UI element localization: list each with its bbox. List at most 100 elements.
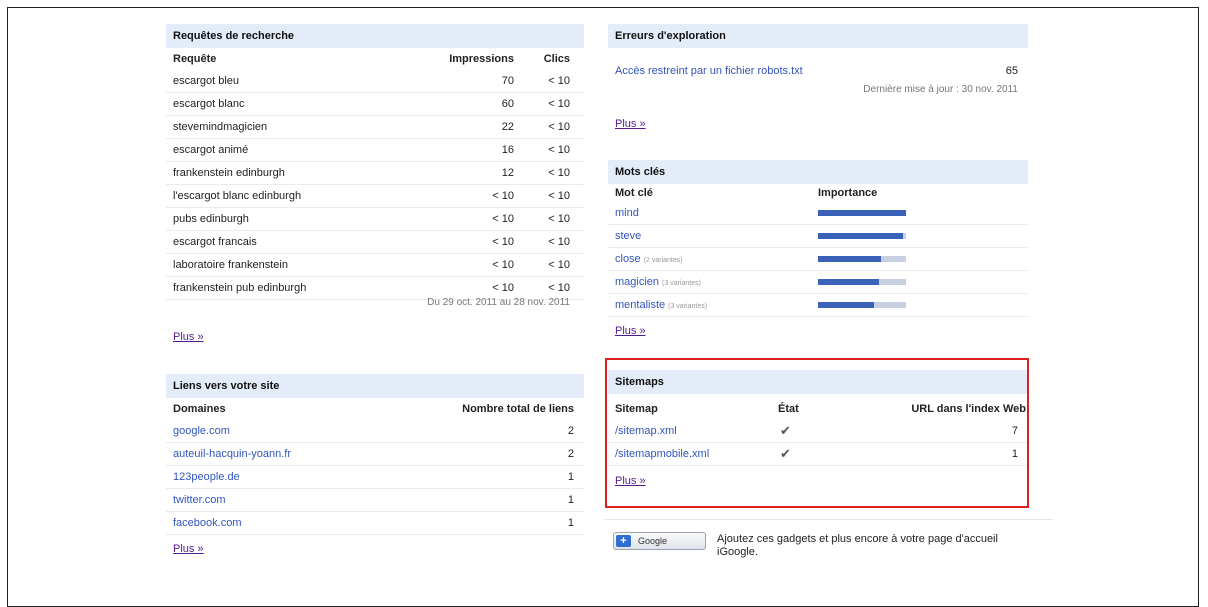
impressions-value: < 10 xyxy=(492,236,514,248)
impressions-value: 70 xyxy=(501,75,514,87)
crawl-more-link[interactable]: Plus » xyxy=(615,118,646,130)
query-text: l'escargot blanc edinburgh xyxy=(173,190,302,202)
keyword-item: close (2 variantes) xyxy=(615,248,683,272)
clicks-value: < 10 xyxy=(548,98,570,110)
keyword-link[interactable]: close xyxy=(615,253,641,265)
domain-link[interactable]: auteuil-hacquin-yoann.fr xyxy=(173,443,291,465)
impressions-value: 60 xyxy=(501,98,514,110)
query-text: escargot bleu xyxy=(173,75,240,87)
importance-bar xyxy=(818,233,906,239)
keyword-variants: (3 variantes) xyxy=(668,303,708,310)
domain-link[interactable]: twitter.com xyxy=(173,489,226,511)
search-queries-panel: Requêtes de recherche Requête Impression… xyxy=(166,24,584,343)
table-row: auteuil-hacquin-yoann.fr 2 xyxy=(166,443,584,466)
crawl-errors-header: Erreurs d'exploration xyxy=(608,24,1028,48)
importance-bar-fill xyxy=(818,210,906,216)
link-count: 2 xyxy=(567,425,574,437)
keywords-panel: Mots clés Mot clé Importance mind steve cl… xyxy=(608,160,1028,337)
keyword-variants: (3 variantes) xyxy=(662,280,701,287)
clicks-value: < 10 xyxy=(548,190,570,202)
crawl-errors-panel: Erreurs d'exploration Accès restreint pa… xyxy=(608,24,1028,130)
col-link-count: Nombre total de liens xyxy=(462,403,574,415)
importance-bar xyxy=(818,210,906,216)
last-updated: Dernière mise à jour : 30 nov. 2011 xyxy=(863,84,1018,95)
links-more-link[interactable]: Plus » xyxy=(173,543,204,555)
add-to-google-button[interactable]: + Google xyxy=(613,532,706,550)
crawl-error-row: Accès restreint par un fichier robots.tx… xyxy=(608,60,1028,82)
domain-link[interactable]: 123people.de xyxy=(173,466,240,488)
keyword-link[interactable]: steve xyxy=(615,230,641,242)
link-count: 1 xyxy=(567,471,574,483)
list-item: steve xyxy=(608,225,1028,248)
impressions-value: < 10 xyxy=(492,213,514,225)
search-queries-column-headers: Requête Impressions Clics xyxy=(166,48,584,70)
list-item: mentaliste (3 variantes) xyxy=(608,294,1028,317)
keyword-variants: (2 variantes) xyxy=(643,257,683,264)
importance-bar-fill xyxy=(818,279,879,285)
query-text: pubs edinburgh xyxy=(173,213,249,225)
inbound-links-panel: Liens vers votre site Domaines Nombre to… xyxy=(166,374,584,555)
clicks-value: < 10 xyxy=(548,259,570,271)
impressions-value: < 10 xyxy=(492,282,514,294)
search-queries-header: Requêtes de recherche xyxy=(166,24,584,48)
keywords-column-headers: Mot clé Importance xyxy=(608,184,1028,202)
table-row: 123people.de 1 xyxy=(166,466,584,489)
impressions-value: 22 xyxy=(501,121,514,133)
crawl-error-link[interactable]: Accès restreint par un fichier robots.tx… xyxy=(615,60,803,82)
importance-bar-fill xyxy=(818,302,875,308)
list-item: magicien (3 variantes) xyxy=(608,271,1028,294)
query-text: laboratoire frankenstein xyxy=(173,259,288,271)
table-row: escargot bleu 70 < 10 xyxy=(166,70,584,93)
link-count: 2 xyxy=(567,448,574,460)
table-row: l'escargot blanc edinburgh < 10 < 10 xyxy=(166,185,584,208)
table-row: laboratoire frankenstein < 10 < 10 xyxy=(166,254,584,277)
impressions-value: 16 xyxy=(501,144,514,156)
keywords-header: Mots clés xyxy=(608,160,1028,184)
divider xyxy=(605,519,1053,520)
query-text: escargot francais xyxy=(173,236,257,248)
clicks-value: < 10 xyxy=(548,144,570,156)
table-row: escargot animé 16 < 10 xyxy=(166,139,584,162)
link-count: 1 xyxy=(567,517,574,529)
inbound-links-column-headers: Domaines Nombre total de liens xyxy=(166,398,584,420)
date-range: Du 29 oct. 2011 au 28 nov. 2011 xyxy=(427,297,570,308)
clicks-value: < 10 xyxy=(548,213,570,225)
query-text: stevemindmagicien xyxy=(173,121,268,133)
query-text: escargot blanc xyxy=(173,98,245,110)
importance-bar xyxy=(818,302,906,308)
clicks-value: < 10 xyxy=(548,236,570,248)
keyword-link[interactable]: magicien xyxy=(615,276,659,288)
impressions-value: < 10 xyxy=(492,190,514,202)
query-text: frankenstein pub edinburgh xyxy=(173,282,307,294)
list-item: mind xyxy=(608,202,1028,225)
keyword-item: mentaliste (3 variantes) xyxy=(615,294,707,318)
igoogle-promo-text: Ajoutez ces gadgets et plus encore à vot… xyxy=(717,533,998,558)
keyword-item: mind xyxy=(615,202,639,224)
table-row: frankenstein edinburgh 12 < 10 xyxy=(166,162,584,185)
domain-link[interactable]: facebook.com xyxy=(173,512,241,534)
table-row: twitter.com 1 xyxy=(166,489,584,512)
clicks-value: < 10 xyxy=(548,75,570,87)
col-clicks: Clics xyxy=(543,53,570,65)
col-query: Requête xyxy=(173,53,217,65)
domain-link[interactable]: google.com xyxy=(173,420,230,442)
clicks-value: < 10 xyxy=(548,167,570,179)
crawl-error-count: 65 xyxy=(1005,65,1018,77)
keyword-link[interactable]: mentaliste xyxy=(615,299,665,311)
importance-bar-fill xyxy=(818,256,882,262)
add-to-google-label: Google xyxy=(638,536,668,546)
plus-icon: + xyxy=(616,535,631,547)
query-text: frankenstein edinburgh xyxy=(173,167,285,179)
link-count: 1 xyxy=(567,494,574,506)
clicks-value: < 10 xyxy=(548,282,570,294)
importance-bar-fill xyxy=(818,233,904,239)
importance-bar xyxy=(818,279,906,285)
keyword-link[interactable]: mind xyxy=(615,207,639,219)
impressions-value: 12 xyxy=(501,167,514,179)
queries-more-link[interactable]: Plus » xyxy=(173,331,204,343)
table-row: google.com 2 xyxy=(166,420,584,443)
table-row: pubs edinburgh < 10 < 10 xyxy=(166,208,584,231)
col-importance: Importance xyxy=(818,187,878,199)
keywords-more-link[interactable]: Plus » xyxy=(615,325,646,337)
impressions-value: < 10 xyxy=(492,259,514,271)
